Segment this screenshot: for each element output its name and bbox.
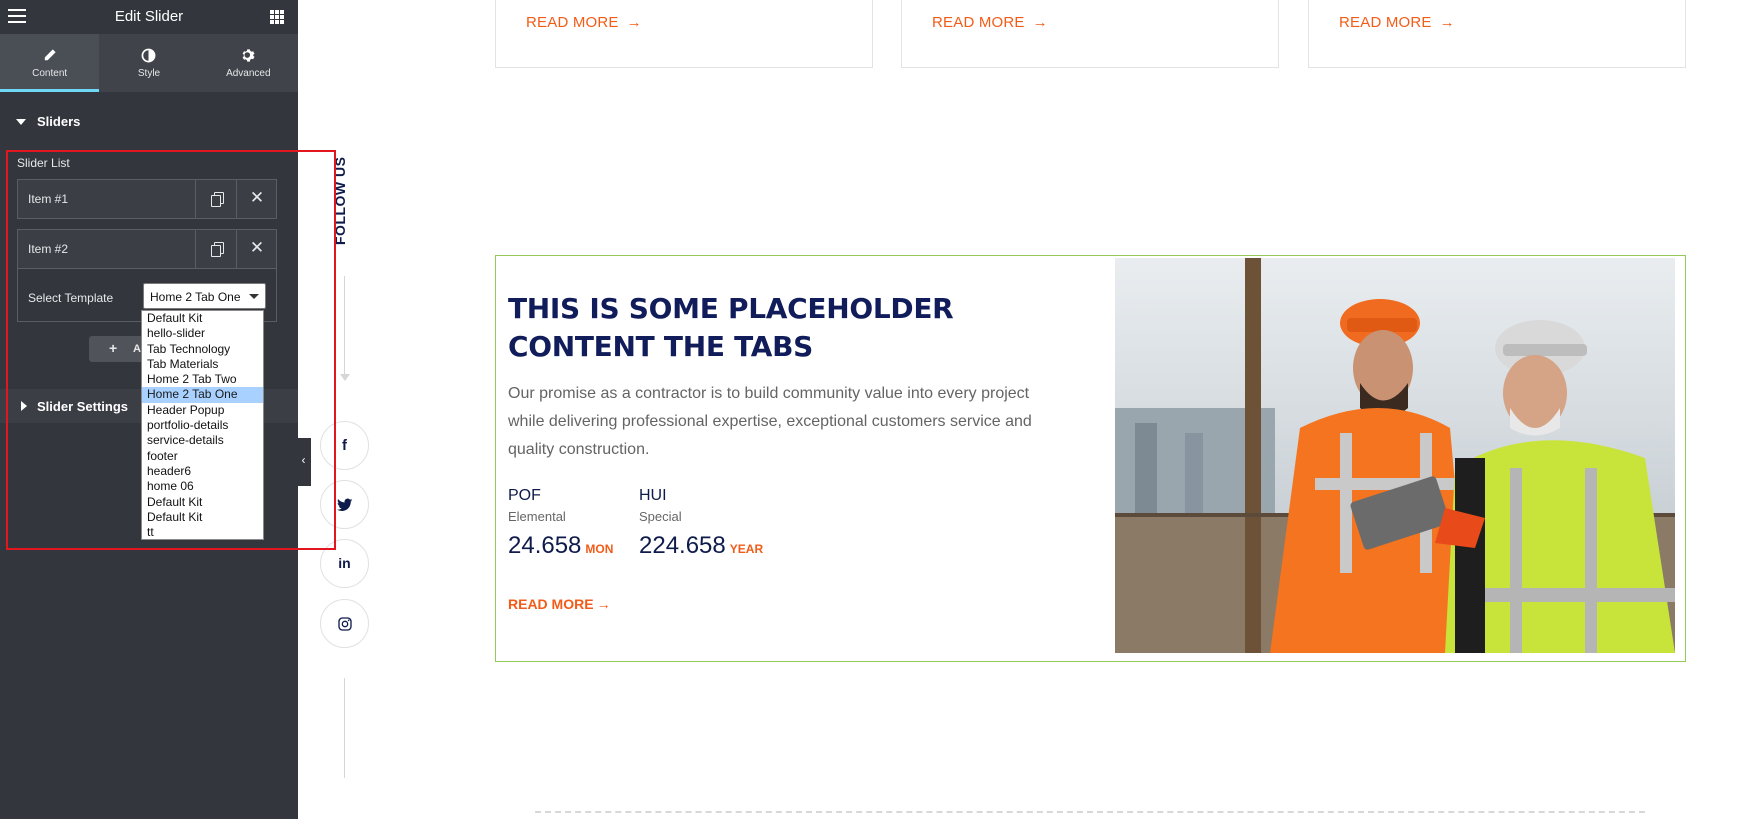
- read-more-link[interactable]: READ MORE →: [1339, 14, 1455, 31]
- add-item-label: A: [133, 343, 141, 355]
- panel-tabs: Content Style Advanced: [0, 34, 298, 92]
- template-option[interactable]: Home 2 Tab One: [142, 387, 263, 403]
- chevron-down-icon: [249, 294, 259, 299]
- screen: Edit Slider Content Style Advanced Slide…: [0, 0, 1756, 819]
- twitter-icon[interactable]: [320, 480, 369, 529]
- divider-line: [344, 678, 345, 778]
- construction-workers-image: [1115, 258, 1675, 653]
- template-option[interactable]: Tab Technology: [142, 342, 263, 357]
- read-more-link[interactable]: READ MORE →: [932, 14, 1048, 31]
- read-more-label: READ MORE: [508, 596, 594, 612]
- contrast-icon: [99, 48, 198, 64]
- repeater-item-title: Item #1: [28, 192, 69, 206]
- copy-icon: [210, 242, 224, 257]
- stat-code: POF: [508, 487, 541, 504]
- pencil-icon: [0, 48, 99, 64]
- panel-header: Edit Slider: [0, 0, 298, 34]
- template-option[interactable]: hello-slider: [142, 326, 263, 341]
- template-option[interactable]: footer: [142, 449, 263, 464]
- tab-content-label: Content: [32, 68, 68, 79]
- template-option[interactable]: Home 2 Tab Two: [142, 372, 263, 387]
- editor-panel: Edit Slider Content Style Advanced Slide…: [0, 0, 298, 819]
- feature-title: THIS IS SOME PLACEHOLDER CONTENT THE TAB…: [508, 292, 954, 363]
- tab-content[interactable]: Content: [0, 34, 100, 92]
- service-card: READ MORE →: [1308, 0, 1686, 68]
- duplicate-item-button[interactable]: [195, 180, 236, 218]
- caret-down-icon: [16, 119, 26, 125]
- stat-subtitle: Special: [639, 509, 682, 524]
- stat-block: POF Elemental 24.658 MON: [508, 487, 613, 560]
- service-card: READ MORE →: [901, 0, 1279, 68]
- copy-icon: [210, 192, 224, 207]
- chevron-left-icon: ‹: [301, 453, 306, 467]
- caret-right-icon: [21, 401, 27, 411]
- read-more-link[interactable]: READ MORE →: [526, 14, 642, 31]
- template-option[interactable]: Header Popup: [142, 403, 263, 418]
- read-more-label: READ MORE: [526, 14, 619, 31]
- template-option[interactable]: Default Kit: [142, 495, 263, 510]
- template-select-value: Home 2 Tab One: [150, 290, 241, 304]
- arrow-right-icon: →: [1032, 14, 1048, 31]
- stat-value: 24.658: [508, 532, 582, 559]
- template-option[interactable]: Default Kit: [142, 311, 263, 326]
- service-card: READ MORE →: [495, 0, 873, 68]
- template-option[interactable]: Tab Materials: [142, 357, 263, 372]
- repeater-item-title: Item #2: [28, 242, 69, 256]
- gear-icon: [199, 48, 298, 64]
- tab-style-label: Style: [137, 68, 161, 79]
- select-template-label: Select Template: [28, 291, 114, 305]
- repeater-item-1[interactable]: Item #1 ✕: [17, 179, 277, 219]
- close-icon: ✕: [249, 188, 265, 207]
- section-slider-settings-label: Slider Settings: [37, 399, 129, 414]
- follow-us-label: FOLLOW US: [332, 156, 348, 246]
- collapse-panel-button[interactable]: ‹: [296, 438, 311, 486]
- remove-item-button[interactable]: ✕: [236, 180, 277, 218]
- stat-unit: MON: [585, 542, 614, 556]
- template-option[interactable]: portfolio-details: [142, 418, 263, 433]
- template-option[interactable]: header6: [142, 464, 263, 479]
- feature-tab-content: THIS IS SOME PLACEHOLDER CONTENT THE TAB…: [495, 255, 1686, 662]
- read-more-label: READ MORE: [1339, 14, 1432, 31]
- facebook-icon[interactable]: f: [320, 421, 369, 470]
- read-more-link[interactable]: READ MORE →: [508, 596, 611, 612]
- stat-block: HUI Special 224.658 YEAR: [639, 487, 763, 560]
- arrow-down-icon: [340, 374, 350, 381]
- template-option[interactable]: Default Kit: [142, 510, 263, 525]
- stat-value: 224.658: [639, 532, 726, 559]
- read-more-label: READ MORE: [932, 14, 1025, 31]
- template-option[interactable]: service-details: [142, 433, 263, 448]
- arrow-right-icon: →: [626, 14, 642, 31]
- stat-unit: YEAR: [729, 542, 764, 556]
- widgets-grid-icon[interactable]: [270, 10, 284, 24]
- divider-line: [344, 276, 345, 376]
- feature-description: Our promise as a contractor is to build …: [508, 385, 1032, 458]
- divider-line: [535, 811, 1645, 813]
- stat-code: HUI: [639, 487, 667, 504]
- arrow-right-icon: →: [596, 596, 611, 612]
- section-sliders-label: Sliders: [37, 114, 81, 129]
- tab-advanced[interactable]: Advanced: [199, 34, 298, 92]
- plus-icon: +: [109, 340, 118, 356]
- tab-style[interactable]: Style: [99, 34, 198, 92]
- tab-advanced-label: Advanced: [226, 68, 271, 79]
- linkedin-icon[interactable]: in: [320, 539, 369, 588]
- instagram-icon[interactable]: [320, 599, 369, 648]
- stat-subtitle: Elemental: [508, 509, 566, 524]
- template-option[interactable]: tt: [142, 525, 263, 540]
- remove-item-button[interactable]: ✕: [236, 230, 277, 268]
- template-dropdown-list: Default Kit hello-slider Tab Technology Tab…: [141, 310, 264, 540]
- slider-list-label: Slider List: [17, 156, 70, 170]
- section-sliders[interactable]: Sliders: [0, 104, 298, 138]
- template-select[interactable]: Home 2 Tab One: [143, 283, 266, 309]
- panel-title: Edit Slider: [114, 8, 184, 25]
- repeater-item-2[interactable]: Item #2 ✕: [17, 229, 277, 269]
- duplicate-item-button[interactable]: [195, 230, 236, 268]
- close-icon: ✕: [249, 238, 265, 257]
- arrow-right-icon: →: [1439, 14, 1455, 31]
- template-option[interactable]: home 06: [142, 479, 263, 494]
